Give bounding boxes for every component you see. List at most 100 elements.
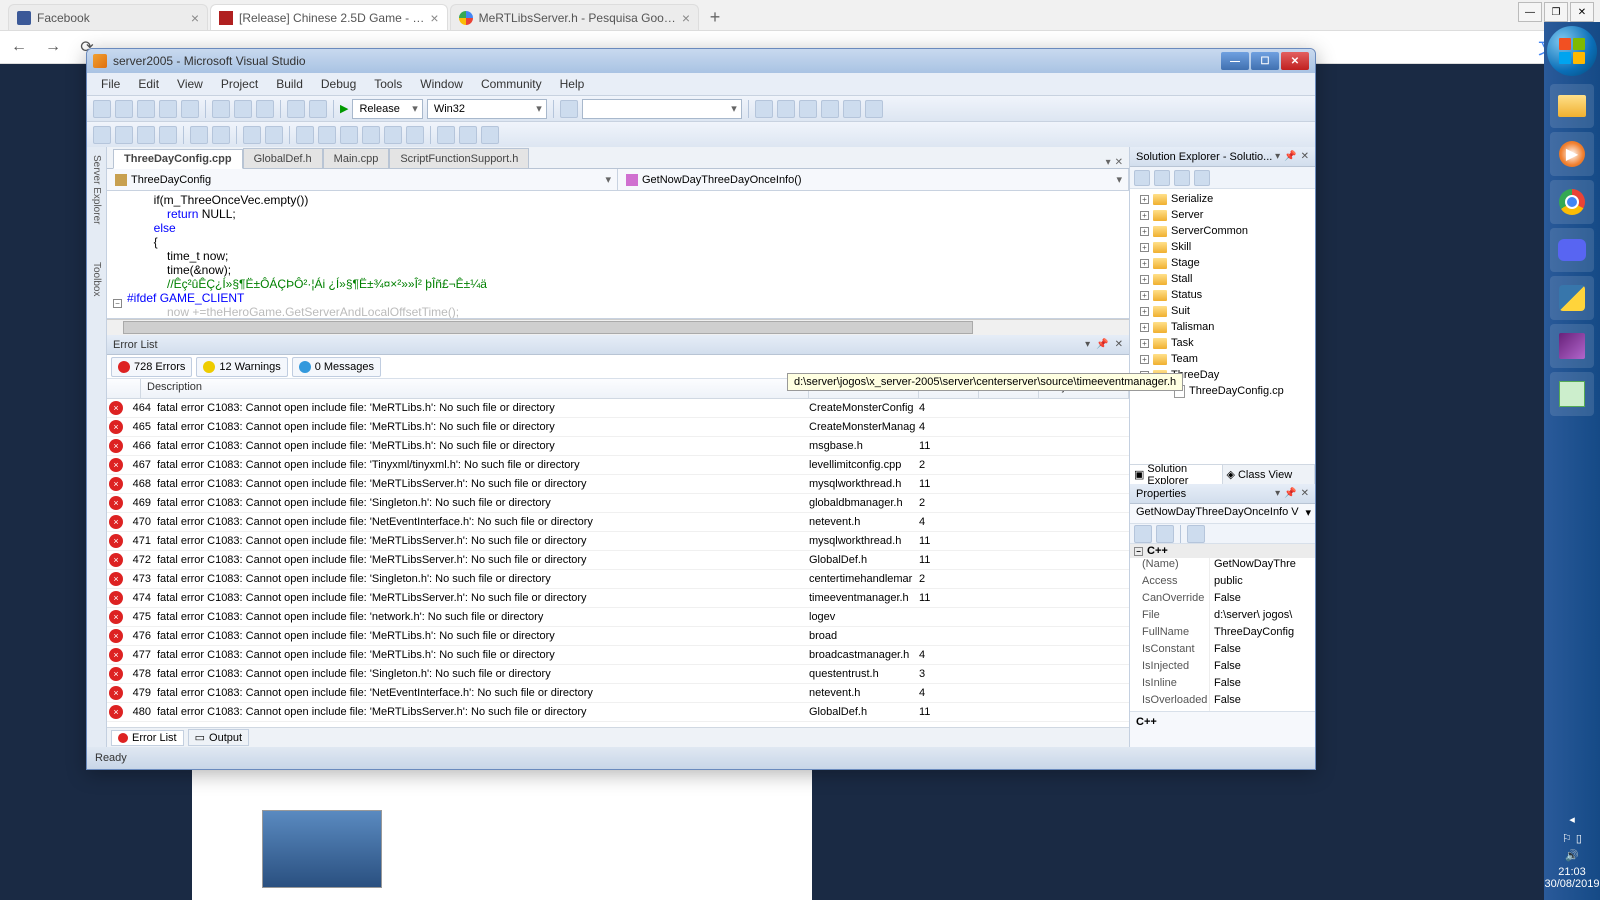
vs-minimize-button[interactable]: — [1221,52,1249,70]
tab-close-icon[interactable]: × [682,10,690,26]
props-pages[interactable] [1187,525,1205,543]
tb-bookmark-toggle[interactable] [296,126,314,144]
error-row[interactable]: ×465fatal error C1083: Cannot open inclu… [107,418,1129,437]
code-line[interactable]: now +=theHeroGame.GetServerAndLocalOffse… [127,305,1125,319]
menu-help[interactable]: Help [552,75,593,93]
menu-project[interactable]: Project [213,75,266,93]
error-row[interactable]: ×480fatal error C1083: Cannot open inclu… [107,703,1129,722]
property-row[interactable]: IsConstantFalse [1130,643,1315,660]
property-row[interactable]: IsInlineFalse [1130,677,1315,694]
expand-icon[interactable]: + [1140,211,1149,220]
menu-file[interactable]: File [93,75,128,93]
tray-network-icon[interactable]: ▯ [1576,832,1582,845]
code-editor[interactable]: − if(m_ThreeOnceVec.empty()) return NULL… [107,191,1129,319]
tb-bookmark-prev[interactable] [318,126,336,144]
menu-debug[interactable]: Debug [313,75,364,93]
hscroll-thumb[interactable] [123,321,973,334]
tb-param-info[interactable] [137,126,155,144]
se-view-code[interactable] [1194,170,1210,186]
panel-close-icon[interactable]: ✕ [1115,339,1123,350]
col-idx[interactable] [107,379,141,398]
property-row[interactable]: Filed:\server\ jogos\ [1130,609,1315,626]
prop-category[interactable]: −C++ [1130,544,1315,558]
tb-misc2[interactable] [459,126,477,144]
panel-close-icon[interactable]: ✕ [1301,488,1309,499]
tb-redo[interactable] [309,100,327,118]
tb-config-combo[interactable]: Release [352,99,422,119]
expand-icon[interactable]: + [1140,243,1149,252]
tray-flag-icon[interactable]: ⚐ [1562,832,1572,845]
forward-button[interactable]: → [42,36,64,58]
browser-tab-facebook[interactable]: Facebook × [8,4,208,30]
vs-close-button[interactable]: ✕ [1281,52,1309,70]
error-row[interactable]: ×469fatal error C1083: Cannot open inclu… [107,494,1129,513]
tray-volume-icon[interactable]: 🔊 [1544,849,1599,862]
panel-pin-icon[interactable]: 📌 [1284,488,1296,499]
col-description[interactable]: Description [141,379,809,398]
error-row[interactable]: ×476fatal error C1083: Cannot open inclu… [107,627,1129,646]
se-properties[interactable] [1134,170,1150,186]
tb-start-page[interactable] [843,100,861,118]
code-line[interactable]: time(&now); [127,263,1125,277]
tb-find-combo[interactable] [582,99,742,119]
menu-edit[interactable]: Edit [130,75,167,93]
tb-bookmark-next[interactable] [340,126,358,144]
tab-close-icon[interactable]: × [430,10,438,26]
panel-pin-icon[interactable]: 📌 [1096,339,1108,350]
tb-uncomment[interactable] [265,126,283,144]
tb-command-window[interactable] [865,100,883,118]
tb-member-list[interactable] [93,126,111,144]
doc-tab-globaldef[interactable]: GlobalDef.h [243,148,323,168]
tb-copy[interactable] [234,100,252,118]
se-show-all[interactable] [1154,170,1170,186]
taskbar-clock[interactable]: ◂ ⚐ ▯ 🔊 21:03 30/08/2019 [1542,807,1600,900]
code-line[interactable]: { [127,235,1125,249]
member-combo[interactable]: GetNowDayThreeDayOnceInfo() [618,169,1129,190]
vs-titlebar[interactable]: server2005 - Microsoft Visual Studio — ☐… [87,49,1315,73]
os-restore-button[interactable]: ❐ [1544,2,1568,22]
tree-folder[interactable]: +Server [1130,207,1315,223]
property-row[interactable]: CanOverrideFalse [1130,592,1315,609]
vs-maximize-button[interactable]: ☐ [1251,52,1279,70]
error-row[interactable]: ×466fatal error C1083: Cannot open inclu… [107,437,1129,456]
tb-comment[interactable] [243,126,261,144]
tb-open[interactable] [137,100,155,118]
menu-view[interactable]: View [169,75,211,93]
taskbar-wmp-icon[interactable]: ▶ [1550,132,1594,176]
properties-header[interactable]: Properties ▾📌✕ [1130,484,1315,504]
tb-misc1[interactable] [437,126,455,144]
os-close-button[interactable]: ✕ [1570,2,1594,22]
error-list-title[interactable]: Error List ▾ 📌 ✕ [107,335,1129,355]
tb-bookmark-next-folder[interactable] [384,126,402,144]
error-row[interactable]: ×478fatal error C1083: Cannot open inclu… [107,665,1129,684]
doc-tabs-dropdown-icon[interactable]: ▾ [1106,157,1111,168]
tree-folder[interactable]: +Talisman [1130,319,1315,335]
error-row[interactable]: ×473fatal error C1083: Cannot open inclu… [107,570,1129,589]
tray-expand-icon[interactable]: ◂ [1544,813,1599,826]
os-min-button[interactable]: — [1518,2,1542,22]
panel-dropdown-icon[interactable]: ▾ [1085,339,1090,350]
expand-icon[interactable]: + [1140,339,1149,348]
tab-solution-explorer[interactable]: ▣Solution Explorer [1130,465,1223,484]
tb-misc3[interactable] [481,126,499,144]
tree-folder[interactable]: +Stall [1130,271,1315,287]
tab-output[interactable]: ▭Output [188,729,249,746]
tb-indent-inc[interactable] [190,126,208,144]
code-line[interactable]: time_t now; [127,249,1125,263]
property-row[interactable]: IsOverloadedFalse [1130,694,1315,711]
panel-dropdown-icon[interactable]: ▾ [1275,151,1280,162]
expand-icon[interactable]: + [1140,259,1149,268]
error-row[interactable]: ×467fatal error C1083: Cannot open inclu… [107,456,1129,475]
error-row[interactable]: ×464fatal error C1083: Cannot open inclu… [107,399,1129,418]
tb-find[interactable] [560,100,578,118]
tb-paste[interactable] [256,100,274,118]
taskbar-explorer-icon[interactable] [1550,84,1594,128]
expand-icon[interactable]: + [1140,195,1149,204]
error-row[interactable]: ×468fatal error C1083: Cannot open inclu… [107,475,1129,494]
tree-folder[interactable]: +ServerCommon [1130,223,1315,239]
tb-solution-explorer[interactable] [755,100,773,118]
se-refresh[interactable] [1174,170,1190,186]
start-button[interactable] [1547,26,1597,76]
error-row[interactable]: ×477fatal error C1083: Cannot open inclu… [107,646,1129,665]
tb-indent-dec[interactable] [212,126,230,144]
